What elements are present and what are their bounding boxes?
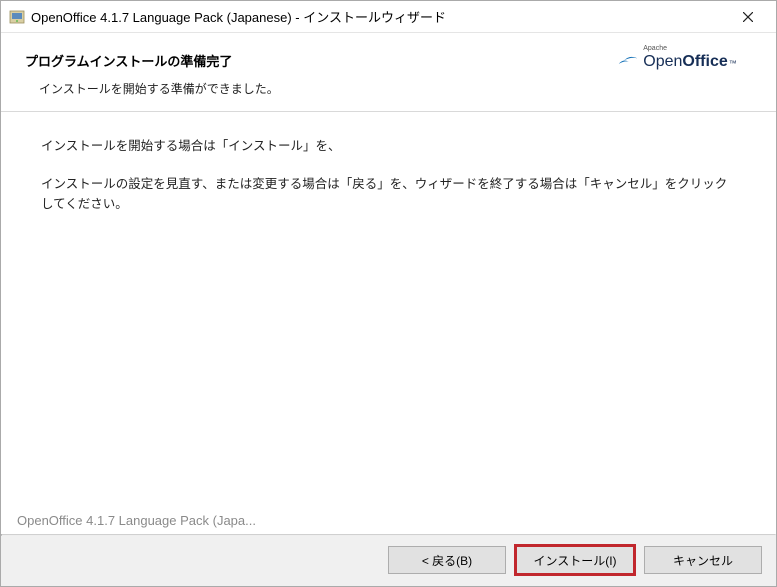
logo-open: Open	[643, 53, 682, 71]
installer-icon	[9, 9, 25, 25]
titlebar: OpenOffice 4.1.7 Language Pack (Japanese…	[1, 1, 776, 33]
page-title: プログラムインストールの準備完了	[25, 51, 602, 70]
openoffice-logo: Apache OpenOffice™	[602, 51, 752, 73]
window-title: OpenOffice 4.1.7 Language Pack (Japanese…	[31, 7, 728, 26]
header-text-block: プログラムインストールの準備完了 インストールを開始する準備ができました。	[25, 51, 602, 97]
logo-apache-text: Apache	[643, 45, 667, 52]
logo-text: OpenOffice™	[643, 53, 736, 71]
cancel-button[interactable]: キャンセル	[644, 546, 762, 574]
gulls-icon	[617, 51, 639, 73]
wizard-header: プログラムインストールの準備完了 インストールを開始する準備ができました。 Ap…	[1, 33, 776, 112]
content-line-2: インストールの設定を見直す、または変更する場合は「戻る」を、ウィザードを終了する…	[41, 174, 736, 214]
close-button[interactable]	[728, 3, 768, 31]
wizard-content: インストールを開始する場合は「インストール」を、 インストールの設定を見直す、ま…	[1, 112, 776, 513]
content-line-1: インストールを開始する場合は「インストール」を、	[41, 136, 736, 156]
back-button[interactable]: < 戻る(B)	[388, 546, 506, 574]
logo-tm: ™	[729, 59, 737, 68]
logo-office: Office	[682, 53, 727, 71]
install-button[interactable]: インストール(I)	[516, 546, 634, 574]
page-subtitle: インストールを開始する準備ができました。	[25, 80, 602, 97]
footer-brand-text: OpenOffice 4.1.7 Language Pack (Japa...	[1, 513, 776, 534]
button-row: < 戻る(B) インストール(I) キャンセル	[1, 536, 776, 586]
